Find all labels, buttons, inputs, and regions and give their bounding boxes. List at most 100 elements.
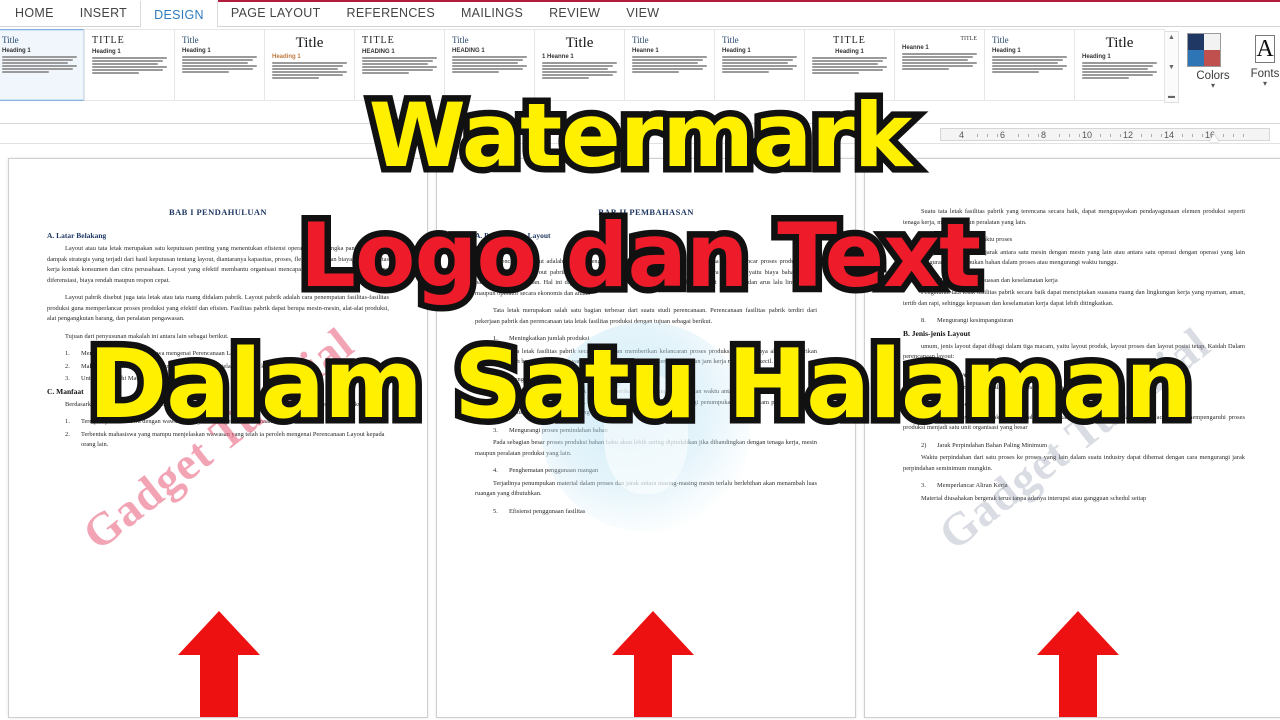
ribbon-tab-page-layout[interactable]: PAGE LAYOUT xyxy=(218,0,334,27)
style-thumbnail[interactable]: Title Heading 1 xyxy=(714,29,805,101)
style-gallery[interactable]: Title Heading 1 TITLE Heading 1 Title Heading… xyxy=(0,29,1179,109)
style-thumbnail-title: TITLE xyxy=(362,35,395,46)
style-thumbnail[interactable]: Title Heading 1 xyxy=(0,29,85,101)
chevron-down-icon[interactable]: ▾ xyxy=(1239,80,1280,88)
ruler-tick xyxy=(1151,134,1152,137)
ribbon-tab-review[interactable]: REVIEW xyxy=(536,0,613,27)
style-thumbnail[interactable]: TITLE Heading 1 xyxy=(804,29,895,101)
style-thumbnail-heading: Heading 1 xyxy=(835,49,864,55)
document-heading-2: 1. Pengertian xyxy=(475,244,518,253)
ruler-tick-label: 12 xyxy=(1123,130,1134,140)
colors-button[interactable]: Colors ▾ xyxy=(1187,31,1239,90)
document-paragraph: Waktu perpindahan dari satu proses ke pr… xyxy=(903,454,1245,472)
style-thumbnail[interactable]: TITLE Heading 1 xyxy=(84,29,175,101)
ribbon-tab-view[interactable]: VIEW xyxy=(613,0,672,27)
document-heading-1: BAB I PENDAHULUAN xyxy=(169,207,267,217)
style-thumbnail-heading: Heading 1 xyxy=(1082,54,1111,60)
ribbon-tab-design[interactable]: DESIGN xyxy=(140,0,218,28)
style-thumbnail[interactable]: Title Heading 1 xyxy=(984,29,1075,101)
list-item-number: 4. xyxy=(493,467,498,474)
document-list-item: 1. Meningkatkan jumlah produksi xyxy=(493,334,817,345)
more-styles-icon[interactable]: ▬ xyxy=(1168,93,1175,100)
ruler-tick xyxy=(1059,134,1060,137)
list-item-text: Integrasi Secara Total xyxy=(937,401,993,408)
list-item-number: 2) xyxy=(921,441,927,449)
style-thumbnail[interactable]: Title Heading 1 xyxy=(174,29,265,101)
document-heading-2: 1. Penyusunan Layout xyxy=(903,369,975,379)
ruler-tick-label: 10 xyxy=(1082,130,1093,140)
list-item-number: 5. xyxy=(493,507,498,515)
document-paragraph: Suatu tata letak fasilitas pabrik secara… xyxy=(475,347,817,366)
document-list-item: 2. Mahasiswa dapat menjelaskan kembali wa… xyxy=(65,362,389,373)
list-item-text: Jarak Perpindahan Bahan Paling Minimum xyxy=(937,441,1048,449)
style-thumbnail[interactable]: Title HEADING 1 xyxy=(444,29,535,101)
ribbon-tab-home[interactable]: HOME xyxy=(2,0,67,27)
scroll-up-icon[interactable]: ▲ xyxy=(1168,34,1175,41)
list-item-number: 2. xyxy=(65,362,70,370)
ruler-tick xyxy=(977,134,978,137)
document-list-item: 5. Efisiensi penggunaan fasilitas xyxy=(493,507,817,518)
document-list-item: 2. Terbentuk mahasiswa yang mampu menjela… xyxy=(65,430,389,451)
document-paragraph: Material diusahakan bergerak terus tanpa… xyxy=(921,494,1147,502)
style-thumbnail[interactable]: TITLE HEADING 1 xyxy=(354,29,445,101)
document-list-item: 7. Meningkatkan kepuasan dan keselamatan … xyxy=(921,276,1245,287)
style-thumbnail-heading: Heading 1 xyxy=(92,49,121,55)
red-up-arrow xyxy=(176,609,262,719)
style-thumbnail[interactable]: Title Heading 1 xyxy=(264,29,355,101)
style-thumbnail-title: TITLE xyxy=(92,35,125,46)
style-thumbnail-preview-lines xyxy=(272,62,347,79)
document-list-item: 6. Mempersingkat waktu proses xyxy=(921,235,1245,246)
document-paragraph: Perencanaan layout adalah rencana pengat… xyxy=(475,258,817,297)
document-list-item: 1. Menambah wawasan mahasiswa mengenai Pe… xyxy=(65,349,389,360)
list-item-number: 2. xyxy=(65,430,70,438)
style-thumbnail[interactable]: Title 1 Heanne 1 xyxy=(534,29,625,101)
style-thumbnail-heading: 1 Heanne 1 xyxy=(542,54,574,60)
document-paragraph: Pada sebagian besar proses produksi baha… xyxy=(475,439,817,457)
document-heading-2: C. Manfaat xyxy=(47,386,84,396)
list-item-number: 3. xyxy=(65,375,70,382)
ruler-strip[interactable]: 4 6 8 10 12 14 16 xyxy=(940,128,1270,142)
style-thumbnail-heading: Heading 1 xyxy=(272,54,301,60)
scroll-down-icon[interactable]: ▼ xyxy=(1168,64,1175,71)
indent-marker[interactable] xyxy=(1209,134,1219,142)
ruler-tick xyxy=(1120,134,1121,137)
ribbon-tab-mailings[interactable]: MAILINGS xyxy=(448,0,536,27)
list-item-text: Mengurangi kesimpangsiuran xyxy=(937,317,1014,324)
document-paragraph: Tujuan dari penyusunan makalah ini antar… xyxy=(65,332,229,340)
ribbon-tab-insert[interactable]: INSERT xyxy=(67,0,140,27)
document-paragraph: Berdasarkan tujuan dari penyusunan makal… xyxy=(65,400,365,408)
ruler-tick xyxy=(1100,134,1101,137)
style-thumbnail-preview-lines xyxy=(182,56,257,73)
style-thumbnail[interactable]: TITLE Heanne 1 xyxy=(894,29,985,101)
style-thumbnail[interactable]: Title Heading 1 xyxy=(1074,29,1165,101)
style-thumbnail[interactable]: Title Heanne 1 xyxy=(624,29,715,101)
list-item-text: Meningkatkan kepuasan dan keselamatan ke… xyxy=(937,276,1058,284)
document-list-item: 3. Memperlancar Aliran Kerja xyxy=(921,481,1245,492)
style-thumbnail-title: Title xyxy=(182,35,199,45)
ruler-tick-label: 6 xyxy=(1000,130,1006,140)
style-thumbnail-preview-lines xyxy=(632,56,707,73)
list-item-text: Memperlancar Aliran Kerja xyxy=(937,482,1008,489)
list-item-text: Untuk Memenuhi Matakuliah Onglos Produks… xyxy=(81,375,202,382)
style-thumbnail-heading: Heading 1 xyxy=(182,48,211,54)
ruler-tick-label: 8 xyxy=(1041,130,1047,140)
style-thumbnail-preview-lines xyxy=(902,53,977,70)
document-list-item: 2. Mengurangi waktu tunggu xyxy=(493,375,817,386)
fonts-button[interactable]: A Fonts ▾ xyxy=(1239,31,1280,88)
ribbon-tab-references[interactable]: REFERENCES xyxy=(334,0,448,27)
style-thumbnail-title: Title xyxy=(2,35,19,45)
list-item-number: 2. xyxy=(493,375,498,383)
ruler-tick xyxy=(1182,134,1183,137)
ribbon-body: Title Heading 1 TITLE Heading 1 Title Heading… xyxy=(0,27,1280,124)
horizontal-ruler[interactable]: 4 6 8 10 12 14 16 xyxy=(0,124,1280,144)
style-gallery-scrollbar[interactable]: ▲ ▼ ▬ xyxy=(1164,31,1179,103)
style-thumbnail-heading: Heanne 1 xyxy=(902,45,929,51)
style-thumbnail-preview-lines xyxy=(452,56,527,73)
style-thumbnail-heading: Heanne 1 xyxy=(632,48,659,54)
style-thumbnail-title: Title xyxy=(992,35,1009,45)
style-thumbnail-title: Title xyxy=(722,35,739,45)
list-item-number: 6. xyxy=(921,236,926,243)
style-thumbnail-preview-lines xyxy=(992,56,1067,73)
chevron-down-icon[interactable]: ▾ xyxy=(1187,82,1239,90)
document-canvas[interactable]: BAB I PENDAHULUAN A. Latar Belakang Layout… xyxy=(0,144,1280,720)
